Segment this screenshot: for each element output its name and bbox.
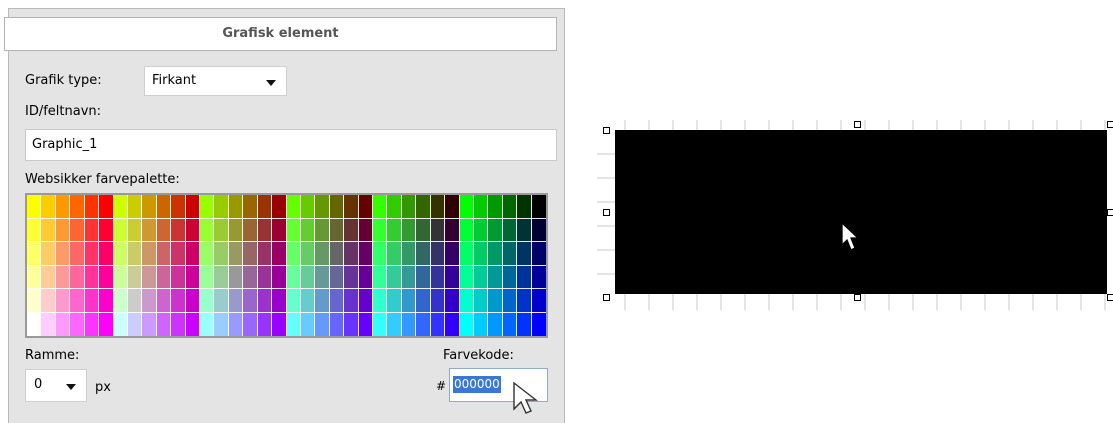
arrow-cursor-icon: [841, 221, 860, 251]
palette-grid-line: [27, 241, 546, 242]
palette-grid-line: [328, 195, 330, 336]
palette-grid-line: [343, 195, 345, 336]
graphic-type-value: Firkant: [152, 73, 197, 88]
palette-swatch[interactable]: [531, 265, 546, 290]
palette-grid-line: [27, 264, 546, 266]
palette-grid-line: [472, 195, 474, 336]
chevron-down-icon: [66, 384, 76, 390]
resize-handle-bottom-left[interactable]: [603, 294, 610, 301]
palette-grid-line: [285, 195, 287, 336]
palette-grid-line: [357, 195, 359, 336]
palette-grid-line: [27, 311, 546, 313]
palette-grid-line: [271, 195, 273, 336]
palette-grid-line: [83, 195, 85, 336]
palette-grid-line: [27, 217, 546, 219]
palette-label: Websikker farvepalette:: [25, 172, 180, 187]
palette-grid-line: [487, 195, 489, 336]
border-width-value: 0: [34, 377, 43, 392]
graphic-type-label: Grafik type:: [25, 73, 102, 88]
palette-grid-line: [516, 195, 518, 336]
color-code-label: Farvekode:: [443, 348, 514, 363]
border-width-select[interactable]: 0: [25, 369, 87, 402]
resize-handle-bottom-center[interactable]: [854, 294, 861, 301]
resize-handle-middle-right[interactable]: [1107, 209, 1113, 216]
palette-grid-line: [256, 195, 258, 336]
resize-handle-top-center[interactable]: [854, 121, 861, 128]
palette-grid-line: [170, 195, 172, 336]
hash-label: #: [436, 379, 447, 393]
palette-grid-line: [314, 195, 316, 336]
palette-grid-line: [213, 195, 215, 336]
palette-swatch[interactable]: [531, 195, 546, 219]
graphic-type-select[interactable]: Firkant: [144, 66, 287, 96]
resize-handle-bottom-right[interactable]: [1107, 294, 1113, 301]
selected-rectangle-shape[interactable]: [615, 130, 1107, 294]
chevron-down-icon: [266, 80, 276, 86]
palette-grid-line: [112, 195, 114, 336]
palette-grid-line: [98, 195, 100, 336]
palette-grid-line: [199, 195, 200, 336]
palette-grid-line: [444, 195, 446, 336]
resize-handle-top-left[interactable]: [603, 127, 610, 134]
palette-grid-line: [299, 195, 301, 336]
palette-grid-line: [184, 195, 186, 336]
palette-grid-line: [27, 288, 546, 289]
palette-swatch[interactable]: [531, 289, 546, 313]
id-label: ID/feltnavn:: [25, 104, 102, 119]
palette-swatch[interactable]: [531, 242, 546, 266]
palette-grid-line: [40, 195, 42, 336]
arrow-cursor-icon: [513, 381, 539, 414]
palette-grid-line: [530, 195, 532, 336]
panel-header: Grafisk element: [4, 17, 557, 51]
palette-grid-line: [155, 195, 157, 336]
palette-grid-line: [242, 195, 244, 336]
palette-grid-line: [429, 195, 431, 336]
palette-grid-line: [415, 195, 417, 336]
design-canvas[interactable]: [597, 120, 1113, 320]
border-label: Ramme:: [25, 348, 80, 363]
palette-grid-line: [458, 195, 460, 336]
palette-grid-line: [227, 195, 229, 336]
palette-grid-line: [69, 195, 71, 336]
resize-handle-middle-left[interactable]: [603, 209, 610, 216]
palette-grid-line: [400, 195, 402, 336]
palette-grid-line: [141, 195, 143, 336]
palette-grid-line: [54, 195, 56, 336]
id-field[interactable]: Graphic_1: [25, 129, 557, 161]
palette-swatch[interactable]: [531, 312, 546, 336]
web-safe-color-palette[interactable]: [25, 193, 548, 338]
palette-grid-line: [126, 195, 128, 336]
border-unit-label: px: [95, 380, 111, 395]
color-code-selected-text: 000000: [453, 376, 501, 393]
palette-grid-line: [372, 195, 373, 336]
palette-grid-line: [386, 195, 388, 336]
palette-grid-line: [501, 195, 503, 336]
resize-handle-top-right[interactable]: [1107, 121, 1113, 128]
palette-swatch[interactable]: [531, 218, 546, 243]
